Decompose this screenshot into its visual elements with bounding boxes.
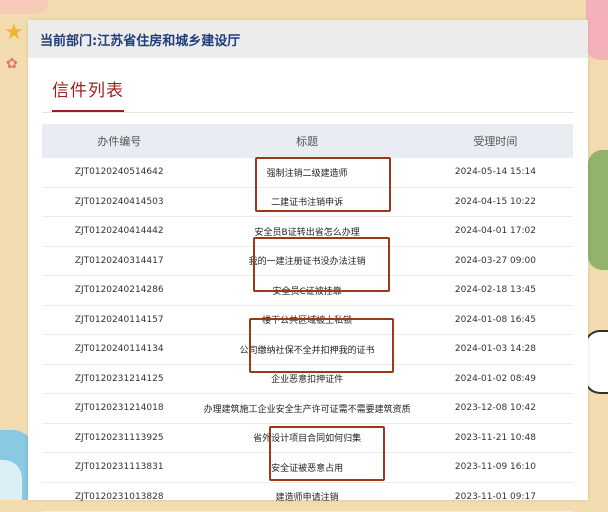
case-number-cell: ZJT0120240114157 — [42, 305, 197, 335]
table-row[interactable]: ZJT0120240114157 楼下公共区域被上私锁 2024-01-08 16:… — [42, 305, 573, 335]
accept-time-cell: 2024-01-02 08:49 — [417, 364, 573, 394]
case-number-cell: ZJT0120231113925 — [42, 423, 197, 453]
table-row[interactable]: ZJT0120240314417 我的一建注册证书没办法注销 2024-03-27 … — [42, 246, 573, 276]
case-number-cell: ZJT0120240514642 — [42, 158, 197, 188]
accept-time-cell: 2024-05-14 15:14 — [417, 158, 573, 188]
table-row[interactable]: ZJT0120240414442 安全员B证转出省怎么办理 2024-04-01 1… — [42, 216, 573, 247]
accept-time-cell: 2023-12-08 10:42 — [417, 393, 573, 424]
case-number-cell: ZJT0120231113831 — [42, 452, 197, 483]
case-number-cell: ZJT0120240214286 — [42, 275, 197, 306]
case-number-cell: ZJT0120240114134 — [42, 334, 197, 365]
accept-time-cell: 2024-04-01 17:02 — [417, 216, 573, 247]
title-cell: 楼下公共区域被上私锁 — [196, 305, 418, 335]
title-cell: 省外设计项目合同如何归集 — [196, 423, 418, 453]
table-body: ZJT0120240514642 强制注销二级建造师 2024-05-14 15:1… — [42, 158, 573, 512]
section-title: 信件列表 — [52, 76, 124, 112]
case-number-cell: ZJT0120231214018 — [42, 393, 197, 424]
case-number-cell: ZJT0120231214125 — [42, 364, 197, 394]
title-cell: 安全员C证被挂靠 — [196, 275, 418, 306]
accept-time-cell: 2024-01-03 14:28 — [417, 334, 573, 365]
table-row[interactable]: ZJT0120240214286 安全员C证被挂靠 2024-02-18 13:45 — [42, 275, 573, 306]
department-name: 江苏省住房和城乡建设厅 — [97, 33, 241, 49]
accept-time-cell: 2023-11-09 16:10 — [417, 452, 573, 483]
table-row[interactable]: ZJT0120231214125 企业恶意扣押证件 2024-01-02 08:49 — [42, 364, 573, 394]
table-row[interactable]: ZJT0120231214018 办理建筑施工企业安全生产许可证需不需要建筑资质 2… — [42, 393, 573, 424]
flower-icon: ✿ — [6, 56, 18, 72]
letter-title-link[interactable]: 强制注销二级建造师 — [267, 169, 348, 179]
accept-time-cell: 2024-04-15 10:22 — [417, 187, 573, 217]
title-cell: 公司缴纳社保不全并扣押我的证书 — [196, 334, 418, 365]
case-number-cell: ZJT0120240414503 — [42, 187, 197, 217]
decorative-stripe — [0, 0, 48, 14]
table-row[interactable]: ZJT0120231113925 省外设计项目合同如何归集 2023-11-21 1… — [42, 423, 573, 453]
letter-title-link[interactable]: 安全员C证被挂靠 — [273, 287, 342, 297]
table-row[interactable]: ZJT0120240114134 公司缴纳社保不全并扣押我的证书 2024-01-0… — [42, 334, 573, 365]
table-row[interactable]: ZJT0120231113831 安全证被恶意占用 2023-11-09 16:10 — [42, 452, 573, 483]
title-divider — [42, 112, 574, 113]
letters-panel: 当前部门: 江苏省住房和城乡建设厅 信件列表 办件编号 标题 受理时间 ZJT0… — [28, 20, 588, 512]
letter-title-link[interactable]: 企业恶意扣押证件 — [271, 375, 343, 385]
letter-title-link[interactable]: 我的一建注册证书没办法注销 — [249, 257, 366, 267]
accept-time-cell: 2024-02-18 13:45 — [417, 275, 573, 306]
department-bar: 当前部门: 江苏省住房和城乡建设厅 — [28, 20, 588, 58]
star-icon: ★ — [4, 20, 24, 45]
title-cell: 我的一建注册证书没办法注销 — [196, 246, 418, 276]
title-cell: 企业恶意扣押证件 — [196, 364, 418, 394]
decorative-pink-shape — [586, 0, 608, 60]
letters-table: 办件编号 标题 受理时间 ZJT0120240514642 强制注销二级建造师 20… — [42, 124, 573, 512]
letter-title-link[interactable]: 二建证书注销申诉 — [271, 198, 343, 208]
title-cell: 安全员B证转出省怎么办理 — [196, 216, 418, 247]
header-case-number: 办件编号 — [42, 124, 197, 158]
letter-title-link[interactable]: 建造师申请注销 — [276, 493, 339, 503]
table-row[interactable]: ZJT0120240514642 强制注销二级建造师 2024-05-14 15:1… — [42, 158, 573, 188]
title-cell: 建造师申请注销 — [196, 482, 418, 512]
letter-title-link[interactable]: 安全证被恶意占用 — [271, 464, 343, 474]
title-cell: 办理建筑施工企业安全生产许可证需不需要建筑资质 — [196, 393, 418, 424]
accept-time-cell: 2024-01-08 16:45 — [417, 305, 573, 335]
case-number-cell: ZJT0120240414442 — [42, 216, 197, 247]
case-number-cell: ZJT0120231013828 — [42, 482, 197, 512]
title-cell: 强制注销二级建造师 — [196, 158, 418, 188]
letter-title-link[interactable]: 安全员B证转出省怎么办理 — [255, 228, 360, 238]
accept-time-cell: 2023-11-01 09:17 — [417, 482, 573, 512]
title-cell: 安全证被恶意占用 — [196, 452, 418, 483]
letter-title-link[interactable]: 公司缴纳社保不全并扣押我的证书 — [240, 346, 375, 356]
plant-illustration — [588, 150, 608, 270]
table-row[interactable]: ZJT0120231013828 建造师申请注销 2023-11-01 09:17 — [42, 482, 573, 512]
case-number-cell: ZJT0120240314417 — [42, 246, 197, 276]
letter-title-link[interactable]: 楼下公共区域被上私锁 — [262, 316, 352, 326]
letter-title-link[interactable]: 省外设计项目合同如何归集 — [253, 434, 361, 444]
accept-time-cell: 2023-11-21 10:48 — [417, 423, 573, 453]
table-row[interactable]: ZJT0120240414503 二建证书注销申诉 2024-04-15 10:22 — [42, 187, 573, 217]
table-header-row: 办件编号 标题 受理时间 — [42, 124, 573, 158]
letter-title-link[interactable]: 办理建筑施工企业安全生产许可证需不需要建筑资质 — [204, 405, 411, 415]
department-label: 当前部门: — [40, 33, 98, 49]
header-accept-time: 受理时间 — [417, 124, 573, 158]
title-cell: 二建证书注销申诉 — [196, 187, 418, 217]
header-title: 标题 — [196, 124, 418, 158]
accept-time-cell: 2024-03-27 09:00 — [417, 246, 573, 276]
